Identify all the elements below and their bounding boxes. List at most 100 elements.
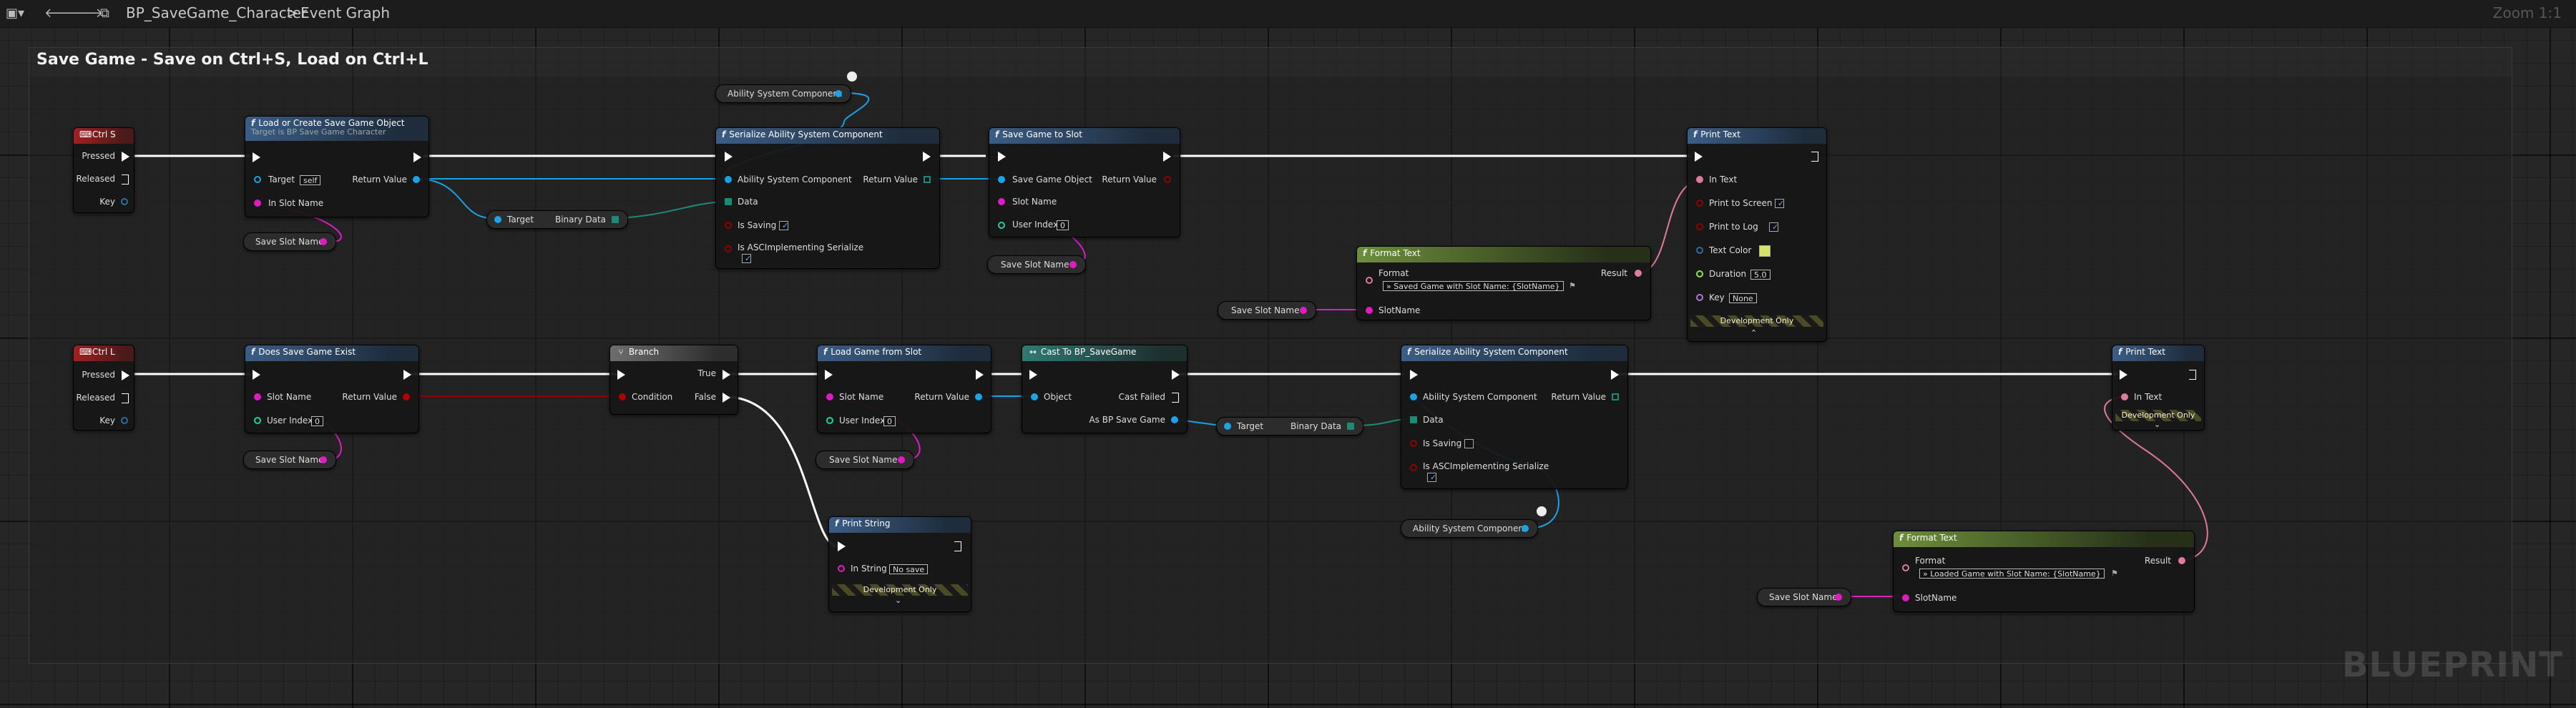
byte-out-pin[interactable] bbox=[612, 216, 619, 223]
exec-in-pin[interactable] bbox=[998, 152, 1006, 162]
text-out-pin-result[interactable] bbox=[2178, 557, 2185, 564]
print-text-node-bottom[interactable]: f Print Text In Text Development Only ⌄ bbox=[2112, 345, 2205, 431]
exec-in-pin[interactable] bbox=[1695, 152, 1703, 162]
format-field[interactable]: » Loaded Game with Slot Name: {SlotName} bbox=[1919, 569, 2105, 579]
format-field[interactable]: » Saved Game with Slot Name: {SlotName} bbox=[1383, 281, 1564, 291]
exec-out-pin-pressed[interactable] bbox=[122, 370, 129, 380]
print-log-checkbox[interactable]: ✓ bbox=[1769, 222, 1778, 232]
exec-out-pin-released[interactable] bbox=[122, 393, 129, 403]
string-in-pin-slot[interactable] bbox=[254, 393, 261, 400]
format-text-node-top[interactable]: f Format Text Format » Saved Game with Sl… bbox=[1356, 246, 1651, 320]
is-saving-checkbox[interactable]: ✓ bbox=[779, 221, 788, 230]
object-in-pin-target[interactable] bbox=[254, 176, 261, 183]
binary-data-getter[interactable]: Target Binary Data bbox=[1216, 417, 1363, 436]
print-string-node[interactable]: f Print String In String No save Developm… bbox=[828, 516, 971, 612]
target-default-field[interactable]: self bbox=[300, 175, 321, 185]
bool-in-pin-is-saving[interactable] bbox=[725, 222, 732, 229]
bool-out-pin-return[interactable] bbox=[1164, 176, 1171, 183]
save-slot-name-getter[interactable]: Save Slot Name bbox=[243, 451, 336, 469]
user-index-field[interactable]: 0 bbox=[1057, 220, 1069, 230]
exec-out-pin-true[interactable] bbox=[723, 370, 730, 380]
exec-in-pin[interactable] bbox=[253, 152, 260, 162]
object-in-pin-sgo[interactable] bbox=[998, 176, 1005, 183]
string-in-pin-slotname[interactable] bbox=[1366, 307, 1373, 314]
does-save-game-exist-node[interactable]: f Does Save Game Exist Slot Name Return V… bbox=[245, 345, 419, 433]
string-in-pin-slot[interactable] bbox=[998, 198, 1005, 205]
exec-in-pin[interactable] bbox=[617, 370, 625, 380]
exec-out-pin-false[interactable] bbox=[723, 393, 730, 403]
binary-data-getter[interactable]: Target Binary Data bbox=[486, 210, 628, 229]
bool-in-pin-condition[interactable] bbox=[619, 393, 626, 400]
object-out-pin[interactable] bbox=[835, 90, 842, 97]
cast-to-bp-savegame-node[interactable]: ↔ Cast To BP_SaveGame Object Cast Failed… bbox=[1022, 345, 1187, 433]
bool-in-pin-is-asc[interactable] bbox=[1410, 464, 1417, 471]
text-in-pin[interactable] bbox=[1696, 176, 1703, 183]
int-in-pin-user[interactable] bbox=[254, 417, 261, 424]
float-in-pin-duration[interactable] bbox=[1696, 270, 1703, 277]
is-asc-checkbox[interactable]: ✓ bbox=[1427, 473, 1436, 482]
object-in-pin-target[interactable] bbox=[494, 216, 501, 223]
bool-in-pin-print-log[interactable] bbox=[1696, 223, 1703, 230]
object-in-pin-target[interactable] bbox=[1224, 423, 1231, 430]
save-slot-name-getter[interactable]: Save Slot Name bbox=[816, 451, 914, 469]
key-field[interactable]: None bbox=[1729, 293, 1757, 303]
exec-in-pin[interactable] bbox=[253, 370, 260, 380]
exec-in-pin[interactable] bbox=[825, 370, 833, 380]
string-out-pin[interactable] bbox=[1835, 594, 1842, 601]
exec-out-pin-failed[interactable] bbox=[1172, 393, 1180, 403]
save-slot-name-getter[interactable]: Save Slot Name bbox=[987, 255, 1086, 274]
branch-node[interactable]: ⑂ Branch True Condition False bbox=[609, 345, 738, 415]
save-slot-name-getter[interactable]: Save Slot Name bbox=[1218, 301, 1316, 320]
byte-out-pin-return[interactable] bbox=[1612, 393, 1619, 400]
int-in-pin-user[interactable] bbox=[998, 222, 1005, 229]
exec-in-pin[interactable] bbox=[838, 541, 846, 551]
save-game-to-slot-node[interactable]: f Save Game to Slot Save Game Object Retu… bbox=[989, 127, 1180, 237]
exec-out-pin[interactable] bbox=[923, 152, 931, 162]
struct-in-pin-color[interactable] bbox=[1696, 247, 1703, 254]
name-in-pin-key[interactable] bbox=[1696, 294, 1703, 301]
object-in-pin-asc[interactable] bbox=[725, 176, 732, 183]
exec-out-pin[interactable] bbox=[1172, 370, 1180, 380]
exec-out-pin[interactable] bbox=[403, 370, 411, 380]
expand-chevron-icon[interactable]: ⌄ bbox=[2154, 420, 2160, 429]
int-in-pin-user[interactable] bbox=[826, 417, 833, 424]
byte-out-pin[interactable] bbox=[1347, 423, 1354, 430]
string-in-pin[interactable] bbox=[838, 565, 845, 572]
exec-out-pin[interactable] bbox=[1163, 152, 1171, 162]
exec-in-pin[interactable] bbox=[2120, 370, 2127, 380]
exec-in-pin[interactable] bbox=[1410, 370, 1418, 380]
text-in-pin[interactable] bbox=[2121, 393, 2128, 400]
bool-out-pin-return[interactable] bbox=[403, 393, 410, 400]
struct-out-pin-key[interactable] bbox=[121, 198, 128, 205]
exec-out-pin-pressed[interactable] bbox=[122, 152, 129, 162]
is-saving-checkbox[interactable] bbox=[1464, 439, 1474, 448]
text-in-pin-format[interactable] bbox=[1366, 277, 1373, 284]
is-asc-checkbox[interactable]: ✓ bbox=[742, 254, 751, 263]
save-slot-name-getter[interactable]: Save Slot Name bbox=[243, 232, 336, 251]
collapse-chevron-icon[interactable]: ⌃ bbox=[1750, 328, 1757, 338]
string-out-pin[interactable] bbox=[1069, 261, 1077, 268]
exec-in-pin[interactable] bbox=[725, 152, 733, 162]
ability-system-component-getter[interactable]: Ability System Component bbox=[1401, 519, 1538, 538]
serialize-asc-node-top[interactable]: f Serialize Ability System Component Abil… bbox=[715, 127, 940, 269]
print-text-node-top[interactable]: f Print Text In Text Print to Screen ✓ Pr… bbox=[1687, 127, 1827, 342]
ctrl-s-event-node[interactable]: ⌨ Ctrl S Pressed Released Key bbox=[73, 127, 134, 213]
exec-in-pin[interactable] bbox=[1029, 370, 1037, 380]
string-out-pin[interactable] bbox=[1300, 307, 1307, 314]
bool-in-pin-print-screen[interactable] bbox=[1696, 200, 1703, 207]
string-in-pin-slot[interactable] bbox=[254, 200, 261, 207]
object-in-pin-asc[interactable] bbox=[1410, 393, 1417, 400]
string-out-pin[interactable] bbox=[320, 456, 327, 463]
byte-out-pin-return[interactable] bbox=[924, 176, 931, 183]
load-or-create-node[interactable]: f Load or Create Save Game Object Target i… bbox=[245, 116, 429, 217]
exec-out-pin[interactable] bbox=[2189, 370, 2197, 380]
exec-out-pin[interactable] bbox=[1611, 370, 1619, 380]
struct-out-pin-key[interactable] bbox=[121, 417, 128, 424]
user-index-field[interactable]: 0 bbox=[311, 416, 323, 426]
string-out-pin[interactable] bbox=[898, 456, 905, 463]
text-out-pin-result[interactable] bbox=[1635, 270, 1642, 277]
string-in-pin-slotname[interactable] bbox=[1902, 594, 1909, 601]
text-in-pin-format[interactable] bbox=[1902, 564, 1909, 571]
in-string-field[interactable]: No save bbox=[889, 564, 929, 574]
exec-out-pin[interactable] bbox=[1811, 152, 1819, 162]
